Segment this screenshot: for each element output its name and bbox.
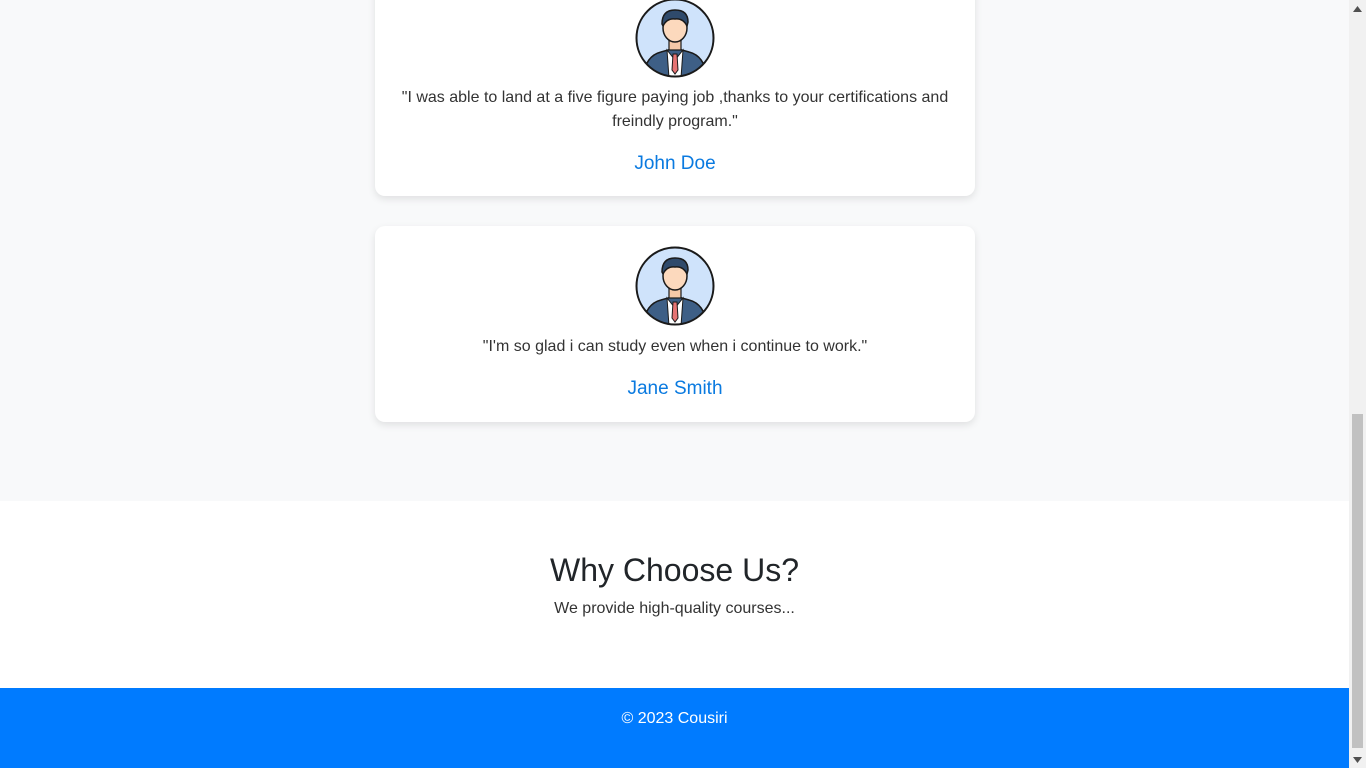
section-title: Why Choose Us? (550, 552, 799, 588)
testimonial-card: "I'm so glad i can study even when i con… (375, 226, 975, 422)
footer-copyright: © 2023 Cousiri (621, 710, 728, 727)
testimonial-quote: "I was able to land at a five figure pay… (401, 89, 949, 130)
footer: © 2023 Cousiri (0, 688, 1349, 768)
scroll-down-arrow-icon[interactable] (1349, 751, 1366, 768)
vertical-scrollbar[interactable] (1349, 0, 1366, 768)
businessman-avatar-icon (635, 246, 715, 326)
testimonial-quote: "I'm so glad i can study even when i con… (482, 338, 868, 355)
testimonial-card: "I was able to land at a five figure pay… (375, 0, 975, 196)
businessman-avatar-icon (635, 0, 715, 78)
testimonial-author: John Doe (634, 153, 716, 174)
why-choose-us-section: Why Choose Us? We provide high-quality c… (0, 501, 1349, 688)
testimonial-author: Jane Smith (627, 378, 723, 399)
scroll-up-arrow-icon[interactable] (1349, 0, 1366, 17)
section-text: We provide high-quality courses... (554, 600, 795, 617)
scrollbar-thumb[interactable] (1352, 414, 1363, 748)
page: "I was able to land at a five figure pay… (0, 0, 1349, 768)
testimonials-section: "I was able to land at a five figure pay… (0, 0, 1349, 501)
